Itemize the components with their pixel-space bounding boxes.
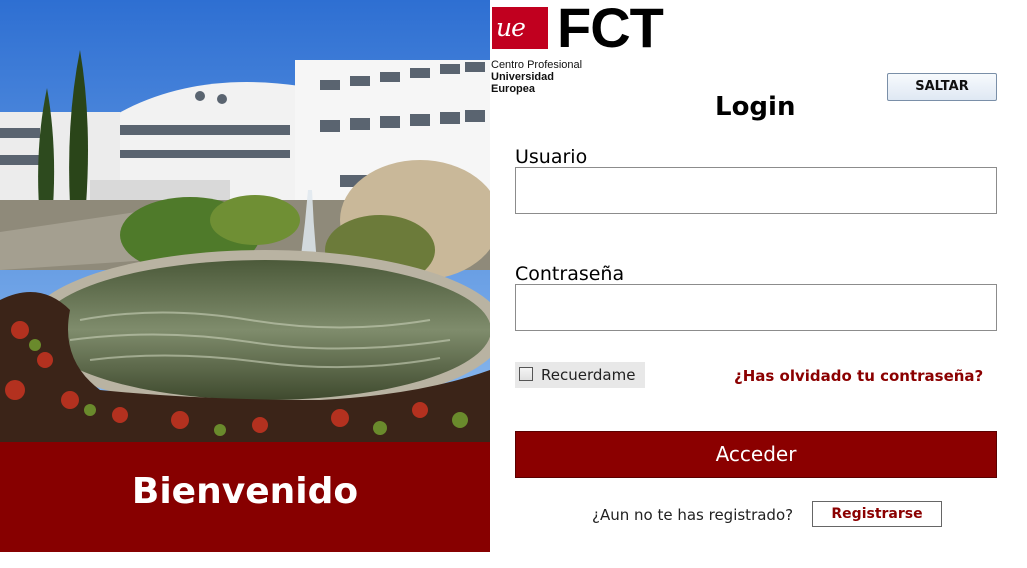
- logo-line-1: Centro Profesional: [491, 59, 583, 71]
- password-label: Contraseña: [515, 263, 625, 285]
- campus-photo: [0, 0, 490, 442]
- logo-line-2: Universidad: [491, 71, 554, 83]
- remember-me-group[interactable]: Recuerdame: [515, 362, 645, 388]
- remember-me-checkbox[interactable]: [519, 367, 533, 381]
- register-question: ¿Aun no te has registrado?: [592, 506, 794, 524]
- logo-subtitle: Centro Profesional Universidad Europea: [491, 59, 582, 95]
- welcome-heading: Bienvenido: [131, 471, 359, 512]
- skip-button[interactable]: SALTAR: [887, 73, 997, 101]
- username-input[interactable]: [515, 167, 997, 214]
- password-input[interactable]: [515, 284, 997, 331]
- forgot-password-link[interactable]: ¿Has olvidado tu contraseña?: [734, 366, 983, 386]
- login-button[interactable]: Acceder: [515, 431, 997, 478]
- logo-line-3: Europea: [491, 83, 536, 95]
- logo-fct: FCT: [557, 0, 664, 59]
- ue-logo-icon: ue: [492, 7, 548, 49]
- logo-mark-text: ue: [496, 13, 526, 42]
- remember-me-label[interactable]: Recuerdame: [541, 364, 635, 386]
- register-button[interactable]: Registrarse: [812, 501, 942, 527]
- username-label: Usuario: [515, 146, 588, 168]
- login-title: Login: [715, 92, 796, 122]
